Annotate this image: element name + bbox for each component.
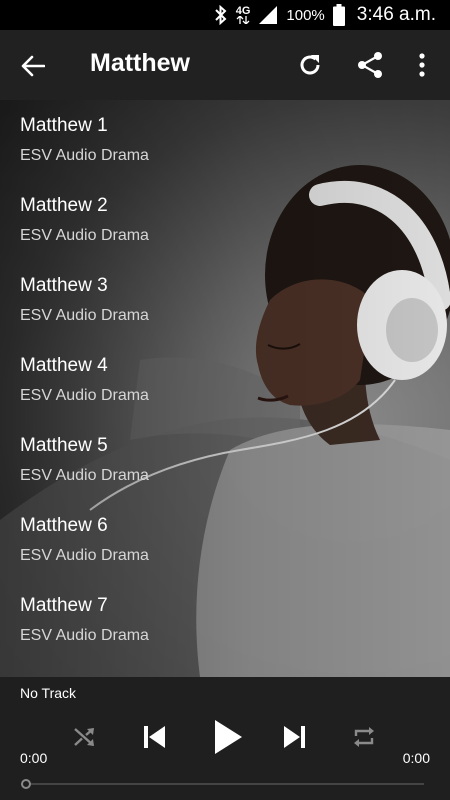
share-icon <box>358 52 382 78</box>
track-subtitle: ESV Audio Drama <box>20 467 149 484</box>
network-type-label: 4G <box>235 5 251 17</box>
battery-icon <box>332 4 345 26</box>
list-item[interactable]: Matthew 6 ESV Audio Drama <box>0 500 450 580</box>
play-button[interactable] <box>208 716 248 758</box>
status-bar: 4G 100% 3:46 a.m. <box>0 0 450 30</box>
more-vert-icon <box>419 53 425 77</box>
back-button[interactable] <box>18 52 48 80</box>
arrow-back-icon <box>21 55 45 77</box>
clock: 3:46 a.m. <box>356 4 436 25</box>
bluetooth-icon <box>214 5 228 25</box>
track-subtitle: ESV Audio Drama <box>20 147 149 164</box>
page-title: Matthew <box>90 49 190 77</box>
player-bar: No Track 0:00 0:00 <box>0 677 450 800</box>
list-item[interactable]: Matthew 7 ESV Audio Drama <box>0 580 450 660</box>
refresh-icon <box>300 55 320 75</box>
list-item[interactable]: Matthew 1 ESV Audio Drama <box>0 100 450 180</box>
track-title: Matthew 7 <box>20 595 108 616</box>
track-list: Matthew 1 ESV Audio Drama Matthew 2 ESV … <box>0 100 450 660</box>
battery-percentage: 100% <box>286 6 325 24</box>
refresh-button[interactable] <box>295 50 325 80</box>
track-subtitle: ESV Audio Drama <box>20 307 149 324</box>
shuffle-icon <box>74 728 94 746</box>
signal-icon <box>258 5 278 25</box>
share-button[interactable] <box>355 50 385 80</box>
now-playing-label: No Track <box>20 685 77 701</box>
skip-next-icon <box>284 726 305 748</box>
list-item[interactable]: Matthew 2 ESV Audio Drama <box>0 180 450 260</box>
track-title: Matthew 4 <box>20 355 108 376</box>
track-subtitle: ESV Audio Drama <box>20 227 149 244</box>
overflow-menu-button[interactable] <box>407 50 437 80</box>
skip-previous-icon <box>144 726 165 748</box>
seek-bar[interactable] <box>26 783 424 785</box>
track-title: Matthew 3 <box>20 275 108 296</box>
next-track-button[interactable] <box>279 721 311 753</box>
track-title: Matthew 2 <box>20 195 108 216</box>
track-subtitle: ESV Audio Drama <box>20 547 149 564</box>
repeat-icon <box>354 727 374 747</box>
track-title: Matthew 1 <box>20 115 108 136</box>
track-list-area[interactable]: Matthew 1 ESV Audio Drama Matthew 2 ESV … <box>0 100 450 677</box>
shuffle-button[interactable] <box>70 722 100 752</box>
list-item[interactable]: Matthew 3 ESV Audio Drama <box>0 260 450 340</box>
list-item[interactable]: Matthew 4 ESV Audio Drama <box>0 340 450 420</box>
previous-track-button[interactable] <box>138 721 170 753</box>
track-title: Matthew 5 <box>20 435 108 456</box>
list-item[interactable]: Matthew 5 ESV Audio Drama <box>0 420 450 500</box>
track-subtitle: ESV Audio Drama <box>20 627 149 644</box>
total-duration: 0:00 <box>402 750 430 766</box>
seek-handle[interactable] <box>21 779 31 789</box>
elapsed-time: 0:00 <box>20 750 48 766</box>
repeat-button[interactable] <box>349 722 379 752</box>
track-title: Matthew 6 <box>20 515 108 536</box>
app-bar: Matthew <box>0 30 450 100</box>
network-type-icon: 4G <box>235 5 251 24</box>
play-icon <box>215 720 242 754</box>
track-subtitle: ESV Audio Drama <box>20 387 149 404</box>
